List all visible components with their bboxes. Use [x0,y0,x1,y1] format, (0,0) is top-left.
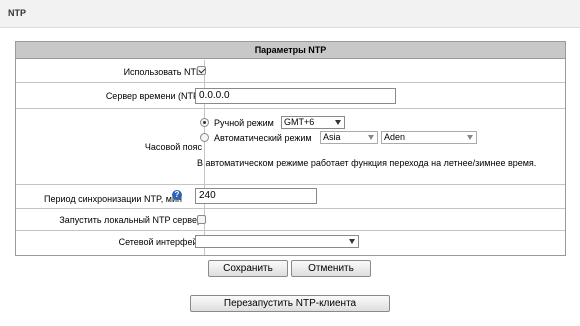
chevron-down-icon [467,135,473,140]
chevron-down-icon [349,239,355,244]
city-select[interactable]: Aden [381,131,477,144]
interface-label: Сетевой интерфейс [118,237,202,247]
sync-period-row: Период синхронизации NTP, мин ? 240 [16,185,565,209]
sync-period-input[interactable]: 240 [195,188,317,204]
auto-mode-label: Автоматический режим [214,133,312,143]
chevron-down-icon [335,120,341,125]
local-server-label: Запустить локальный NTP сервер [59,215,202,225]
sync-period-label: Период синхронизации NTP, мин [44,194,182,204]
ntp-server-label: Сервер времени (NTP) [105,91,202,101]
use-ntp-checkbox[interactable] [197,66,206,75]
use-ntp-label: Использовать NTP [123,67,202,77]
interface-row: Сетевой интерфейс [16,231,565,255]
interface-select[interactable] [195,235,359,248]
ntp-settings-panel: Параметры NTP Использовать NTP Сервер вр… [15,41,566,256]
ntp-server-input[interactable]: 0.0.0.0 [195,88,396,104]
auto-mode-note: В автоматическом режиме работает функция… [197,158,537,168]
timezone-row: Часовой пояс Ручной режим GMT+6 Автомати… [16,109,565,185]
auto-mode-radio[interactable] [200,133,209,142]
timezone-label: Часовой пояс [144,142,202,152]
region-value: Asia [323,132,341,142]
manual-mode-radio[interactable] [200,118,209,127]
save-button[interactable]: Сохранить [208,260,288,277]
region-select[interactable]: Asia [320,131,378,144]
restart-ntp-client-button[interactable]: Перезапустить NTP-клиента [190,295,390,312]
local-server-checkbox[interactable] [197,215,206,224]
ntp-server-row: Сервер времени (NTP) 0.0.0.0 [16,83,565,109]
page-header: NTP [0,0,580,28]
cancel-button[interactable]: Отменить [291,260,371,277]
panel-header: Параметры NTP [16,42,565,59]
manual-mode-label: Ручной режим [214,118,274,128]
use-ntp-row: Использовать NTP [16,60,565,83]
local-server-row: Запустить локальный NTP сервер [16,209,565,231]
page-title: NTP [8,8,26,18]
gmt-offset-select[interactable]: GMT+6 [281,116,345,129]
help-icon[interactable]: ? [172,190,182,200]
gmt-offset-value: GMT+6 [284,117,315,127]
city-value: Aden [384,132,406,142]
chevron-down-icon [368,135,374,140]
